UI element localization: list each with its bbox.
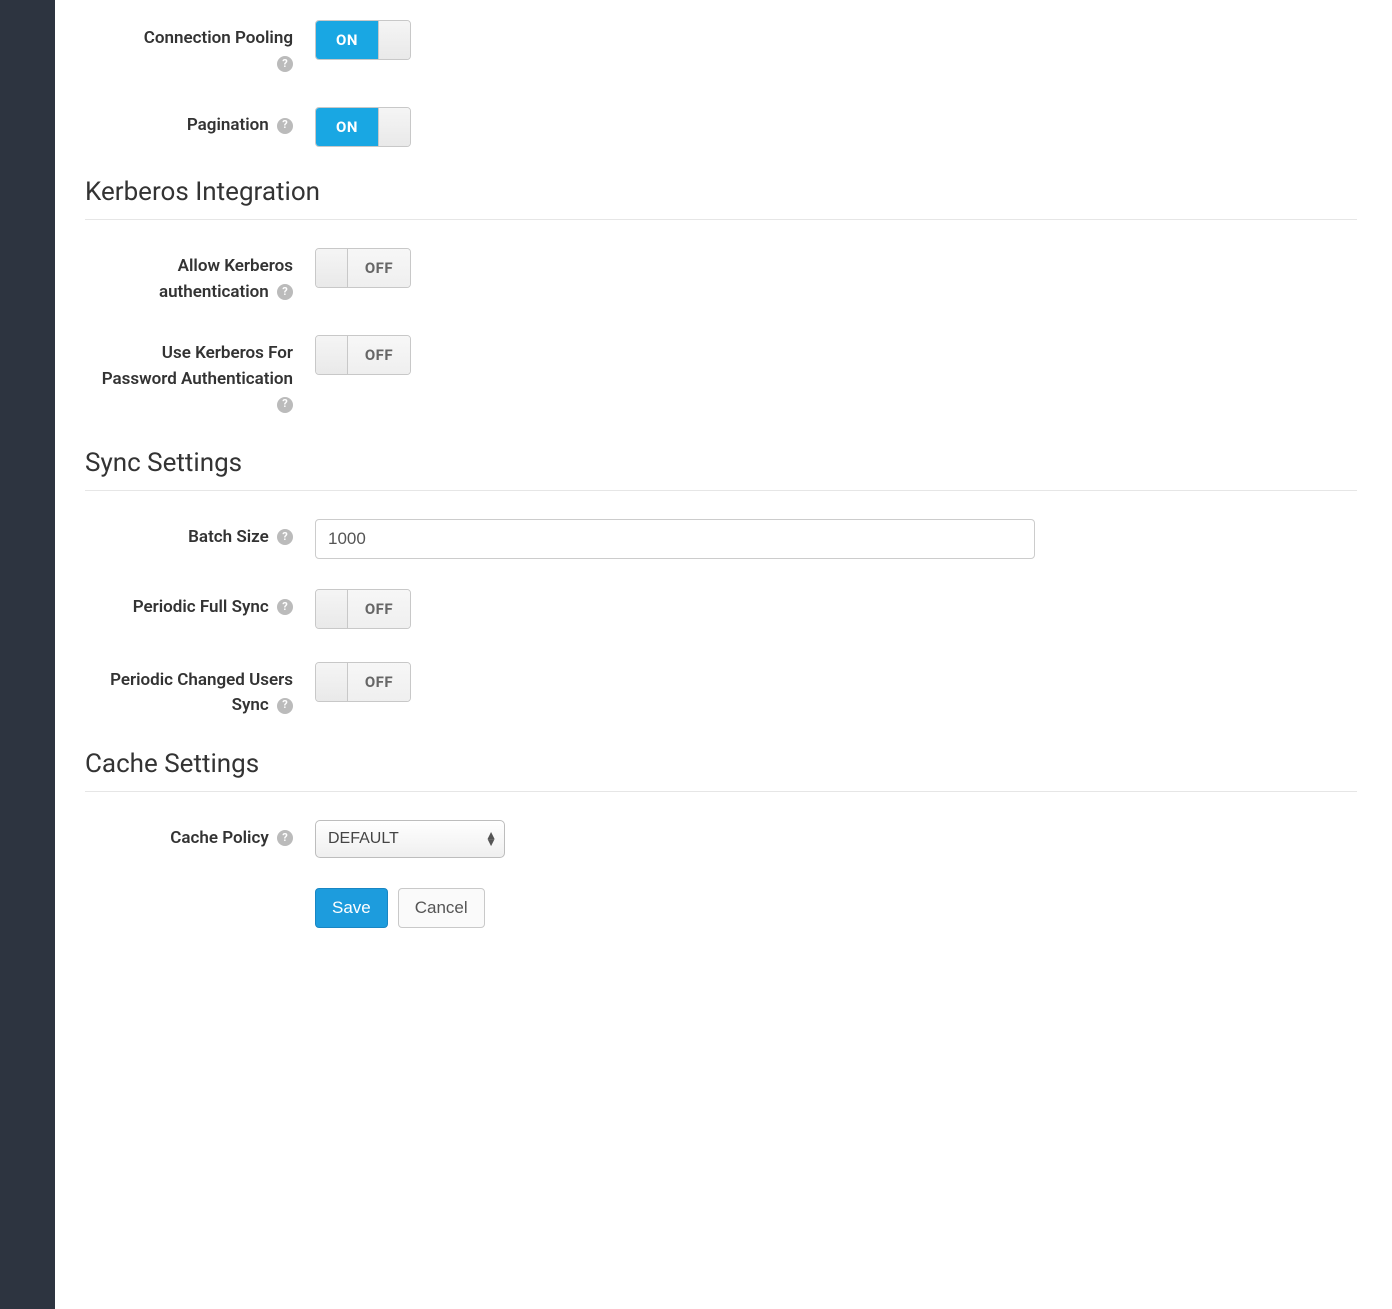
help-icon[interactable]: ? xyxy=(277,599,293,615)
label-cache-policy: Cache Policy ? xyxy=(85,820,315,852)
toggle-periodic-full-sync[interactable]: OFF xyxy=(315,589,411,629)
toggle-periodic-changed-sync[interactable]: OFF xyxy=(315,662,411,702)
label-allow-kerberos: Allow Kerberos authentication ? xyxy=(85,248,315,305)
row-allow-kerberos: Allow Kerberos authentication ? OFF xyxy=(85,248,1357,305)
action-buttons: Save Cancel xyxy=(315,888,1035,928)
label-text: Periodic Changed Users Sync xyxy=(110,670,293,716)
row-batch-size: Batch Size ? xyxy=(85,519,1357,559)
toggle-kerberos-pwd[interactable]: OFF xyxy=(315,335,411,375)
label-periodic-changed-sync: Periodic Changed Users Sync ? xyxy=(85,662,315,719)
control-allow-kerberos: OFF xyxy=(315,248,1035,291)
cache-policy-select-wrap: DEFAULT ▲▼ xyxy=(315,820,505,858)
help-icon[interactable]: ? xyxy=(277,56,293,72)
label-text: Cache Policy xyxy=(170,828,269,848)
row-periodic-changed-sync: Periodic Changed Users Sync ? OFF xyxy=(85,662,1357,719)
toggle-pagination[interactable]: ON xyxy=(315,107,411,147)
label-pagination: Pagination ? xyxy=(85,107,315,139)
toggle-off-label: OFF xyxy=(348,336,410,374)
toggle-handle xyxy=(316,590,348,628)
toggle-handle xyxy=(378,21,410,59)
toggle-on-label: ON xyxy=(316,21,378,59)
toggle-handle xyxy=(378,108,410,146)
label-kerberos-pwd: Use Kerberos For Password Authentication… xyxy=(85,335,315,418)
control-batch-size xyxy=(315,519,1035,559)
help-icon[interactable]: ? xyxy=(277,284,293,300)
row-pagination: Pagination ? ON xyxy=(85,107,1357,147)
label-empty xyxy=(85,888,315,894)
label-text: Periodic Full Sync xyxy=(133,597,269,617)
toggle-off-label: OFF xyxy=(348,590,410,628)
label-connection-pooling: Connection Pooling ? xyxy=(85,20,315,77)
toggle-off-label: OFF xyxy=(348,249,410,287)
label-text: Connection Pooling xyxy=(144,28,293,48)
label-text: Pagination xyxy=(187,115,269,135)
help-icon[interactable]: ? xyxy=(277,118,293,134)
toggle-allow-kerberos[interactable]: OFF xyxy=(315,248,411,288)
control-connection-pooling: ON xyxy=(315,20,1035,60)
cache-policy-select[interactable]: DEFAULT xyxy=(315,820,505,858)
control-cache-policy: DEFAULT ▲▼ xyxy=(315,820,1035,858)
batch-size-input[interactable] xyxy=(315,519,1035,559)
settings-form: Connection Pooling ? ON Pagination ? ON … xyxy=(55,0,1392,1309)
label-text: Allow Kerberos authentication xyxy=(159,256,293,302)
help-icon[interactable]: ? xyxy=(277,529,293,545)
cancel-button[interactable]: Cancel xyxy=(398,888,485,928)
toggle-off-label: OFF xyxy=(348,663,410,701)
heading-cache: Cache Settings xyxy=(85,749,1357,792)
help-icon[interactable]: ? xyxy=(277,698,293,714)
sidebar xyxy=(0,0,55,1309)
row-periodic-full-sync: Periodic Full Sync ? OFF xyxy=(85,589,1357,632)
control-pagination: ON xyxy=(315,107,1035,147)
label-text: Use Kerberos For Password Authentication xyxy=(102,343,293,389)
toggle-handle xyxy=(316,249,348,287)
help-icon[interactable]: ? xyxy=(277,397,293,413)
label-periodic-full-sync: Periodic Full Sync ? xyxy=(85,589,315,621)
help-icon[interactable]: ? xyxy=(277,830,293,846)
toggle-handle xyxy=(316,663,348,701)
toggle-connection-pooling[interactable]: ON xyxy=(315,20,411,60)
row-connection-pooling: Connection Pooling ? ON xyxy=(85,20,1357,77)
row-cache-policy: Cache Policy ? DEFAULT ▲▼ xyxy=(85,820,1357,858)
row-actions: Save Cancel xyxy=(85,888,1357,928)
heading-kerberos: Kerberos Integration xyxy=(85,177,1357,220)
control-periodic-full-sync: OFF xyxy=(315,589,1035,632)
heading-sync: Sync Settings xyxy=(85,448,1357,491)
toggle-on-label: ON xyxy=(316,108,378,146)
row-kerberos-pwd: Use Kerberos For Password Authentication… xyxy=(85,335,1357,418)
save-button[interactable]: Save xyxy=(315,888,388,928)
toggle-handle xyxy=(316,336,348,374)
label-batch-size: Batch Size ? xyxy=(85,519,315,551)
label-text: Batch Size xyxy=(188,527,269,547)
control-kerberos-pwd: OFF xyxy=(315,335,1035,378)
control-periodic-changed-sync: OFF xyxy=(315,662,1035,705)
